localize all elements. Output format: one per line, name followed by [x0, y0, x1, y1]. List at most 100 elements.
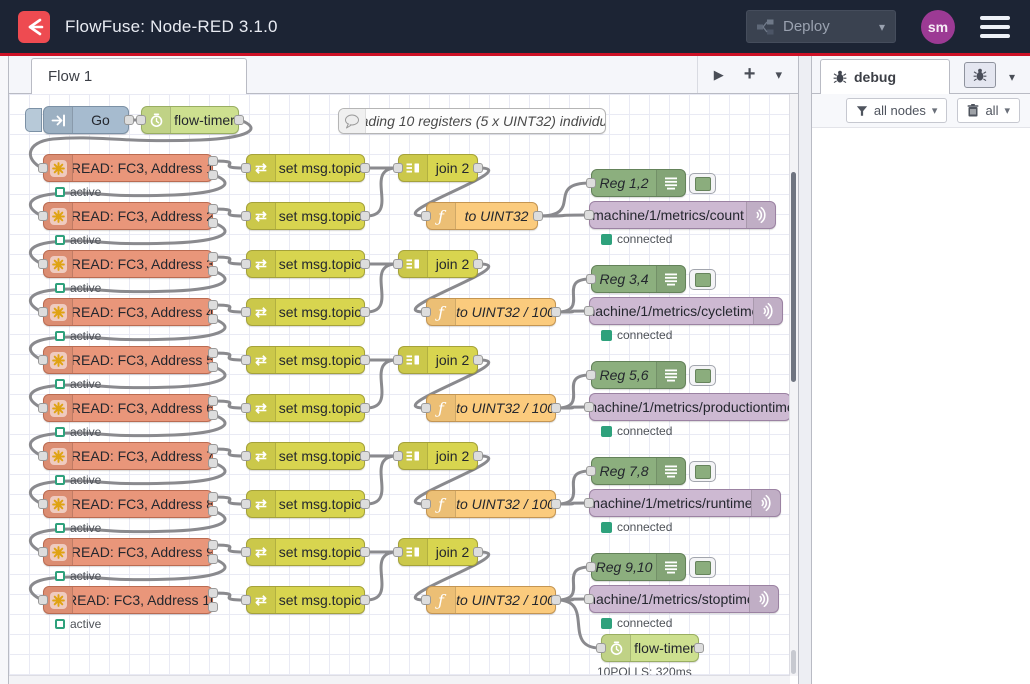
port-out[interactable] [360, 403, 370, 413]
node-set9[interactable]: ⇄set msg.topic [246, 538, 365, 566]
port-out[interactable] [473, 355, 483, 365]
port-out-0[interactable] [208, 204, 218, 214]
node-set3[interactable]: ⇄set msg.topic [246, 250, 365, 278]
port-out[interactable] [360, 211, 370, 221]
port-out[interactable] [551, 595, 561, 605]
port-in[interactable] [393, 355, 403, 365]
port-in[interactable] [393, 451, 403, 461]
port-out[interactable] [360, 163, 370, 173]
port-in[interactable] [586, 466, 596, 476]
port-out-0[interactable] [208, 300, 218, 310]
port-out-1[interactable] [208, 314, 218, 324]
node-reg1[interactable]: Reg 1,2 [591, 169, 686, 197]
scrollbar-thumb[interactable] [791, 172, 796, 382]
canvas-horizontal-scrollbar[interactable] [9, 675, 790, 684]
node-set1[interactable]: ⇄set msg.topic [246, 154, 365, 182]
node-func2[interactable]: ƒto UINT32 / 100 [426, 298, 556, 326]
port-in[interactable] [393, 547, 403, 557]
node-go[interactable]: Go [43, 106, 129, 134]
port-in[interactable] [38, 163, 48, 173]
port-out-1[interactable] [208, 170, 218, 180]
port-in[interactable] [38, 211, 48, 221]
port-in[interactable] [38, 451, 48, 461]
flow-canvas[interactable]: Goflow-timerReading 10 registers (5 x UI… [9, 94, 798, 684]
port-out[interactable] [360, 307, 370, 317]
node-set6[interactable]: ⇄set msg.topic [246, 394, 365, 422]
filter-nodes-button[interactable]: all nodes ▾ [846, 98, 948, 123]
node-read4[interactable]: READ: FC3, Address 4 [43, 298, 213, 326]
palette-strip[interactable] [0, 56, 9, 684]
wire[interactable] [539, 183, 590, 216]
port-in[interactable] [241, 163, 251, 173]
port-in[interactable] [241, 499, 251, 509]
port-in[interactable] [421, 499, 431, 509]
node-read1[interactable]: READ: FC3, Address 1 [43, 154, 213, 182]
node-join1[interactable]: join 2 [398, 154, 478, 182]
node-func5[interactable]: ƒto UINT32 / 100 [426, 586, 556, 614]
port-out[interactable] [694, 643, 704, 653]
node-reg5[interactable]: Reg 9,10 [591, 553, 686, 581]
port-in[interactable] [584, 210, 594, 220]
port-in[interactable] [241, 259, 251, 269]
node-set5[interactable]: ⇄set msg.topic [246, 346, 365, 374]
port-out-1[interactable] [208, 554, 218, 564]
node-read2[interactable]: READ: FC3, Address 2 [43, 202, 213, 230]
port-out[interactable] [234, 115, 244, 125]
port-in[interactable] [586, 274, 596, 284]
port-out-1[interactable] [208, 218, 218, 228]
port-in[interactable] [38, 547, 48, 557]
port-in[interactable] [586, 178, 596, 188]
port-in[interactable] [38, 403, 48, 413]
clear-messages-button[interactable]: all ▾ [957, 98, 1020, 123]
user-avatar[interactable]: sm [921, 10, 955, 44]
port-in[interactable] [421, 403, 431, 413]
debug-toggle-button[interactable] [689, 269, 716, 290]
node-reg3[interactable]: Reg 5,6 [591, 361, 686, 389]
port-out[interactable] [473, 163, 483, 173]
port-out[interactable] [473, 547, 483, 557]
port-in[interactable] [421, 211, 431, 221]
port-in[interactable] [241, 355, 251, 365]
node-set8[interactable]: ⇄set msg.topic [246, 490, 365, 518]
port-in[interactable] [584, 306, 594, 316]
node-read6[interactable]: READ: FC3, Address 6 [43, 394, 213, 422]
node-reg4[interactable]: Reg 7,8 [591, 457, 686, 485]
port-in[interactable] [586, 370, 596, 380]
debug-toggle-button[interactable] [689, 557, 716, 578]
node-join4[interactable]: join 2 [398, 442, 478, 470]
port-in[interactable] [241, 595, 251, 605]
node-ft1[interactable]: flow-timer [141, 106, 239, 134]
port-out[interactable] [124, 115, 134, 125]
port-out-1[interactable] [208, 362, 218, 372]
port-out[interactable] [551, 499, 561, 509]
port-in[interactable] [136, 115, 146, 125]
node-read10[interactable]: READ: FC3, Address 10 [43, 586, 213, 614]
canvas-vertical-scrollbar[interactable] [789, 94, 798, 676]
wire[interactable] [366, 456, 397, 504]
port-in[interactable] [38, 307, 48, 317]
port-out[interactable] [360, 259, 370, 269]
port-in[interactable] [584, 594, 594, 604]
inject-button[interactable] [25, 108, 42, 132]
node-set7[interactable]: ⇄set msg.topic [246, 442, 365, 470]
node-read5[interactable]: READ: FC3, Address 5 [43, 346, 213, 374]
debug-toggle-button[interactable] [689, 365, 716, 386]
sidebar-chevron-icon[interactable]: ▾ [1009, 70, 1015, 84]
node-set10[interactable]: ⇄set msg.topic [246, 586, 365, 614]
port-out-0[interactable] [208, 588, 218, 598]
port-in[interactable] [38, 259, 48, 269]
port-in[interactable] [586, 562, 596, 572]
wire[interactable] [366, 168, 397, 216]
debug-filter-bug-button[interactable] [964, 62, 996, 88]
sidebar-resize-handle[interactable] [798, 56, 812, 684]
port-out[interactable] [360, 499, 370, 509]
node-read9[interactable]: READ: FC3, Address 9 [43, 538, 213, 566]
node-read7[interactable]: READ: FC3, Address 7 [43, 442, 213, 470]
port-in[interactable] [421, 595, 431, 605]
port-out-0[interactable] [208, 444, 218, 454]
debug-toggle-button[interactable] [689, 461, 716, 482]
tab-list-chevron-icon[interactable]: ▾ [775, 67, 782, 83]
port-in[interactable] [38, 595, 48, 605]
node-mqtt1[interactable]: machine/1/metrics/count [589, 201, 776, 229]
port-out-0[interactable] [208, 348, 218, 358]
